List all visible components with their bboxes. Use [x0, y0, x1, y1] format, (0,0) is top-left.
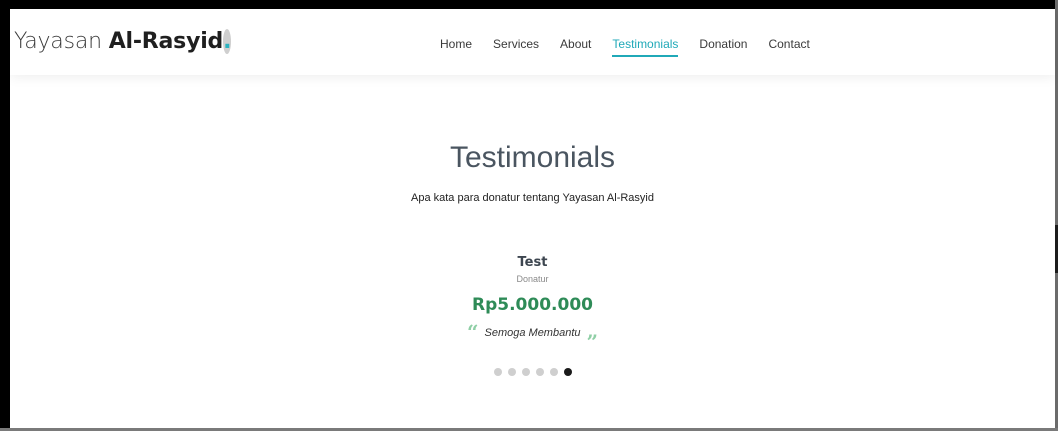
donor-role: Donatur	[516, 274, 549, 284]
carousel-dot[interactable]	[535, 368, 544, 376]
carousel-dot-active[interactable]	[563, 368, 572, 376]
nav-item-home[interactable]: Home	[440, 37, 472, 51]
carousel-pagination	[10, 368, 1055, 376]
logo-dot: .	[223, 29, 232, 54]
logo-text-light: Yayasan	[14, 29, 102, 54]
section-subtitle: Apa kata para donatur tentang Yayasan Al…	[411, 192, 654, 204]
nav-item-testimonials[interactable]: Testimonials	[612, 37, 679, 57]
close-quote-icon: ”	[586, 330, 599, 354]
donor-name: Test	[517, 255, 548, 270]
site-header: Yayasan Al-Rasyid. Home Services About T…	[10, 9, 1055, 75]
nav-item-contact[interactable]: Contact	[768, 37, 809, 51]
carousel-dot[interactable]	[493, 368, 502, 376]
nav-item-donation[interactable]: Donation	[699, 37, 747, 51]
carousel-dot[interactable]	[521, 368, 530, 376]
open-quote-icon: “	[466, 320, 479, 344]
window-left-border	[0, 0, 10, 431]
testimonial-card: Test Donatur Rp5.000.000 “ Semoga Memban…	[10, 255, 1055, 354]
carousel-dot[interactable]	[549, 368, 558, 376]
quote-text: Semoga Membantu	[484, 327, 581, 339]
testimonial-quote: “ Semoga Membantu ”	[466, 320, 599, 354]
window-top-border	[0, 0, 1058, 9]
site-logo[interactable]: Yayasan Al-Rasyid.	[14, 29, 231, 54]
carousel-dot[interactable]	[507, 368, 516, 376]
main-nav: Home Services About Testimonials Donatio…	[440, 37, 831, 57]
nav-item-about[interactable]: About	[560, 37, 591, 51]
nav-item-services[interactable]: Services	[493, 37, 539, 51]
section-title: Testimonials	[449, 141, 616, 174]
donation-amount: Rp5.000.000	[472, 295, 593, 315]
page: Yayasan Al-Rasyid. Home Services About T…	[10, 9, 1055, 428]
logo-text-bold: Al-Rasyid	[108, 29, 224, 54]
